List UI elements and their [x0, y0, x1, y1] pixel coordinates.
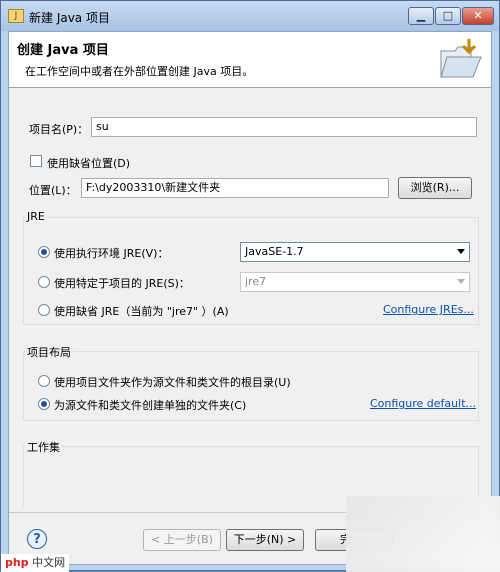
- jre-execution-env-label: 使用执行环境 JRE(V)：: [54, 247, 169, 260]
- dialog-client-area: 创建 Java 项目 在工作空间中或者在外部位置创建 Java 项目。 项目名(…: [8, 31, 492, 565]
- project-name-label: 项目名(P)：: [29, 123, 89, 136]
- jre-project-specific-label: 使用特定于项目的 JRE(S)：: [54, 277, 190, 290]
- use-default-location-label: 使用缺省位置(D): [47, 157, 131, 170]
- banner-description: 在工作空间中或者在外部位置创建 Java 项目。: [25, 65, 254, 78]
- next-button[interactable]: 下一步(N) >: [226, 529, 304, 551]
- minimize-button[interactable]: ▁: [408, 7, 434, 25]
- jre-default-label: 使用缺省 JRE（当前为 "jre7" ）(A): [54, 305, 229, 318]
- execution-env-value: JavaSE-1.7: [245, 245, 304, 258]
- title-bar[interactable]: J 新建 Java 项目 ▁ □ ✕: [1, 1, 499, 31]
- chevron-down-icon: [457, 279, 465, 284]
- project-jre-value: jre7: [245, 275, 267, 288]
- jre-group-title: JRE: [25, 210, 47, 223]
- chevron-down-icon: [457, 249, 465, 254]
- location-input[interactable]: F:\dy2003310\新建文件夹: [81, 178, 389, 198]
- configure-jres-link[interactable]: Configure JREs...: [383, 303, 474, 316]
- layout-root-radio[interactable]: [38, 375, 50, 387]
- back-button[interactable]: < 上一步(B): [143, 529, 221, 551]
- project-layout-group-title: 项目布局: [25, 344, 73, 360]
- watermark: php 中文网: [1, 554, 70, 572]
- window-title: 新建 Java 项目: [29, 11, 110, 25]
- layout-separate-radio[interactable]: [38, 398, 50, 410]
- jre-execution-env-radio[interactable]: [38, 246, 50, 258]
- java-project-icon: J: [8, 9, 24, 23]
- folder-icon: [440, 39, 482, 78]
- watermark-text: 中文网: [32, 556, 66, 569]
- working-sets-group-title: 工作集: [25, 439, 62, 455]
- configure-default-link[interactable]: Configure default...: [370, 397, 476, 410]
- project-name-input[interactable]: su: [91, 117, 477, 137]
- dialog-window: J 新建 Java 项目 ▁ □ ✕ 创建 Java 项目 在工作空间中或者在外…: [0, 0, 500, 572]
- browse-button[interactable]: 浏览(R)...: [398, 177, 472, 199]
- help-icon[interactable]: ?: [27, 529, 47, 549]
- project-jre-select[interactable]: jre7: [240, 272, 470, 292]
- banner-title: 创建 Java 项目: [17, 43, 109, 58]
- wizard-banner: 创建 Java 项目 在工作空间中或者在外部位置创建 Java 项目。: [9, 32, 491, 88]
- location-label: 位置(L)：: [29, 184, 77, 197]
- maximize-button[interactable]: □: [435, 7, 461, 25]
- watermark-logo: php: [5, 556, 29, 569]
- jre-project-specific-radio[interactable]: [38, 276, 50, 288]
- use-default-location-checkbox[interactable]: [30, 155, 42, 167]
- blurred-overlay: [346, 496, 500, 572]
- execution-env-select[interactable]: JavaSE-1.7: [240, 242, 470, 262]
- layout-separate-label: 为源文件和类文件创建单独的文件夹(C): [54, 399, 247, 412]
- jre-default-radio[interactable]: [38, 304, 50, 316]
- close-button[interactable]: ✕: [462, 7, 494, 25]
- layout-root-label: 使用项目文件夹作为源文件和类文件的根目录(U): [54, 376, 291, 389]
